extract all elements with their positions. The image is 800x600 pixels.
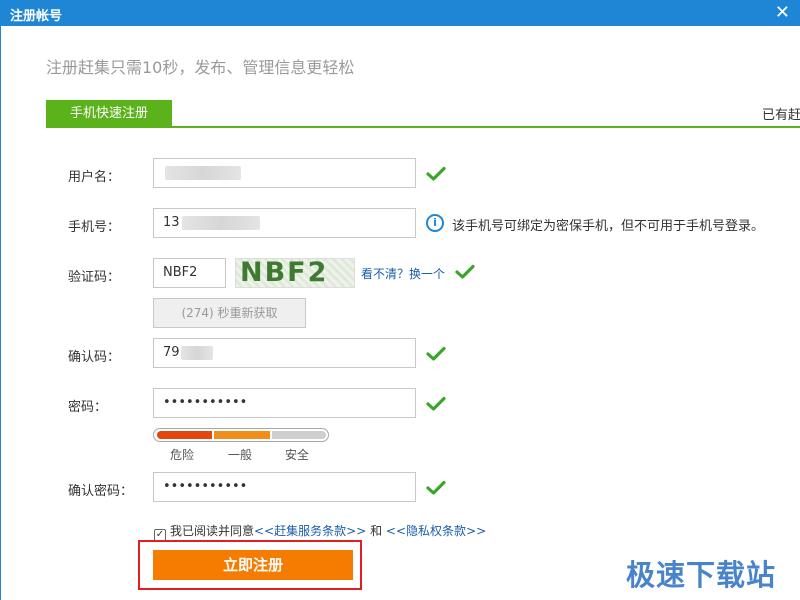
- password-strength-meter: [153, 428, 329, 442]
- confirm-password-input[interactable]: •••••••••••: [153, 472, 416, 502]
- privacy-link[interactable]: <<隐私权条款>>: [386, 524, 486, 538]
- strength-label-weak: 危险: [170, 448, 195, 462]
- password-input[interactable]: •••••••••••: [153, 388, 416, 418]
- tab-mobile-register[interactable]: 手机快速注册: [46, 100, 172, 128]
- tab-underline: [46, 126, 800, 128]
- agree-and: 和: [370, 524, 383, 538]
- window-border: [0, 26, 1, 600]
- captcha-image-text: NBF2: [240, 258, 329, 288]
- confirm-code-redacted: [180, 345, 213, 360]
- phone-value-prefix: 13: [163, 215, 180, 230]
- info-icon: i: [426, 214, 444, 232]
- strength-segment-medium: [214, 431, 270, 439]
- confirm-password-label: 确认密码：: [68, 484, 134, 499]
- close-icon[interactable]: ✕: [775, 2, 790, 23]
- captcha-refresh-link[interactable]: 看不清？换一个: [361, 265, 445, 282]
- watermark-logo: 极速下载站: [626, 558, 777, 592]
- agreement-row: ✓ 我已阅读并同意<<赶集服务条款>> 和 <<隐私权条款>>: [154, 522, 486, 541]
- strength-label-strong: 安全: [285, 448, 310, 462]
- confirm-code-value-prefix: 79: [163, 345, 180, 360]
- captcha-check-icon: [455, 264, 475, 280]
- title-bar: 注册帐号 ✕: [0, 0, 800, 26]
- phone-hint: 该手机号可绑定为密保手机，但不可用于手机号登录。: [452, 219, 765, 234]
- confirm-code-input[interactable]: 79: [153, 338, 416, 368]
- captcha-image[interactable]: NBF2: [235, 258, 355, 288]
- password-label: 密码：: [68, 400, 108, 415]
- phone-label: 手机号：: [68, 220, 121, 235]
- strength-label-medium: 一般: [228, 448, 253, 462]
- confirm-code-label: 确认码：: [68, 350, 121, 365]
- phone-input[interactable]: 13: [153, 208, 416, 238]
- captcha-label: 验证码：: [68, 270, 121, 285]
- username-input[interactable]: [153, 158, 416, 188]
- phone-redacted: [181, 215, 260, 230]
- confirm-code-check-icon: [426, 346, 446, 362]
- page-subtitle: 注册赶集只需10秒，发布、管理信息更轻松: [46, 58, 355, 77]
- window-title: 注册帐号: [10, 9, 63, 24]
- captcha-input[interactable]: NBF2: [153, 258, 226, 288]
- username-label: 用户名：: [68, 170, 121, 185]
- username-check-icon: [426, 166, 446, 182]
- existing-account-link[interactable]: 已有赶: [762, 104, 800, 123]
- username-redacted: [165, 165, 241, 180]
- password-check-icon: [426, 396, 446, 412]
- confirm-password-check-icon: [426, 480, 446, 496]
- register-submit-button[interactable]: 立即注册: [153, 550, 353, 580]
- resend-code-button[interactable]: (274) 秒重新获取: [153, 298, 306, 328]
- strength-segment-weak: [157, 431, 212, 439]
- agree-text: 我已阅读并同意: [170, 524, 255, 538]
- terms-link[interactable]: <<赶集服务条款>>: [254, 524, 366, 538]
- strength-segment-strong: [272, 431, 326, 439]
